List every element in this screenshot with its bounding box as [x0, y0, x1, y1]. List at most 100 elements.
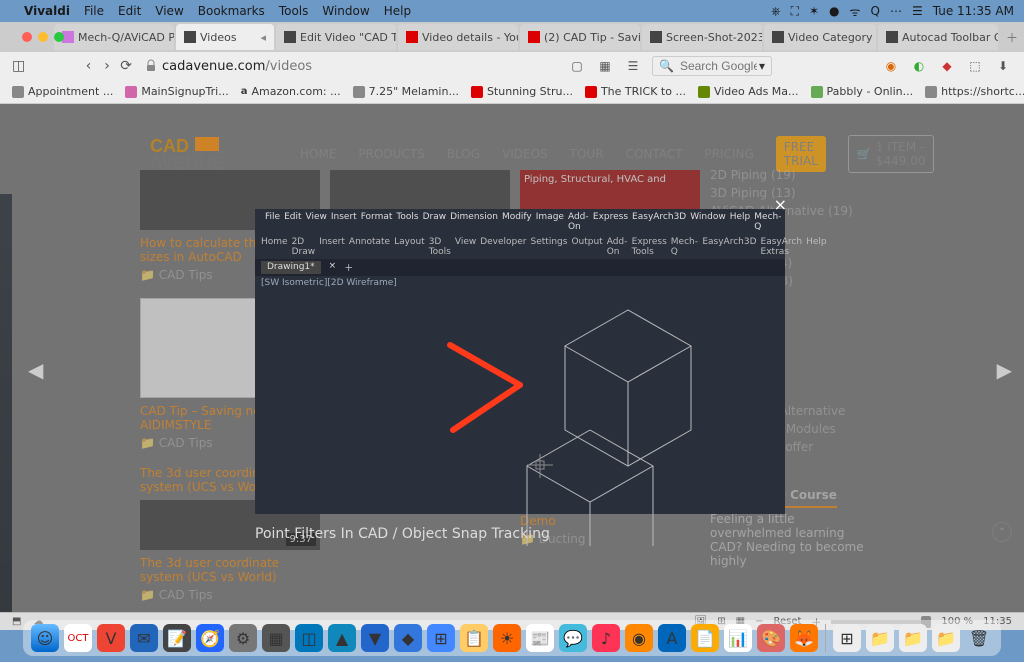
dock-store[interactable]: A	[658, 624, 686, 652]
tab[interactable]: Screen-Shot-2023-10-0	[642, 24, 762, 50]
cad-menu[interactable]: Mech-Q	[754, 212, 782, 232]
dock-app[interactable]: ▦	[262, 624, 290, 652]
chevron-down-icon[interactable]: ▾	[759, 59, 765, 73]
menubar-view[interactable]: View	[155, 4, 183, 18]
dock-safari[interactable]: 🧭	[196, 624, 224, 652]
bookmark[interactable]: Pabbly - Onlin...	[811, 85, 914, 98]
dock-app[interactable]: ◫	[295, 624, 323, 652]
ext-icon[interactable]: ⬚	[966, 57, 984, 75]
bookmark[interactable]: https://shortc...	[925, 85, 1024, 98]
cad-menu[interactable]: Draw	[423, 212, 447, 232]
status-icon[interactable]: ●	[829, 4, 839, 18]
dock-folder[interactable]: ⊞	[833, 624, 861, 652]
ext-icon[interactable]: ◐	[910, 57, 928, 75]
status-icon[interactable]: ✶	[809, 4, 819, 18]
tab[interactable]: (2) CAD Tip - Saving new	[520, 24, 640, 50]
ribbon-tab[interactable]: Help	[806, 237, 827, 257]
status-icon[interactable]: ᯤ	[850, 3, 861, 20]
dock-app[interactable]: ▲	[328, 624, 356, 652]
dock-folder[interactable]: 📁	[899, 624, 927, 652]
bookmark[interactable]: MainSignupTri...	[125, 85, 228, 98]
cad-menu[interactable]: Help	[730, 212, 751, 232]
dock-folder[interactable]: 📁	[932, 624, 960, 652]
ribbon-tab[interactable]: Output	[571, 237, 602, 257]
menubar-edit[interactable]: Edit	[118, 4, 141, 18]
reload-button[interactable]: ⟳	[120, 58, 132, 74]
address-bar[interactable]: cadavenue.com/videos	[140, 55, 560, 77]
ribbon-tab[interactable]: Home	[261, 237, 288, 257]
bookmark[interactable]: Stunning Stru...	[471, 85, 573, 98]
sidebar-cat[interactable]: 2D Piping (19)	[710, 168, 864, 182]
cad-menu[interactable]: Format	[361, 212, 393, 232]
menubar-clock[interactable]: Tue 11:35 AM	[933, 4, 1014, 18]
menubar-app[interactable]: Vivaldi	[24, 4, 70, 18]
video-cat[interactable]: 📁 CAD Tips	[140, 588, 320, 602]
bookmark[interactable]: Video Ads Ma...	[698, 85, 799, 98]
tab[interactable]: Video Category	[764, 24, 876, 50]
dock-app[interactable]: ◆	[394, 624, 422, 652]
ribbon-tab[interactable]: Developer	[480, 237, 526, 257]
ext-icon[interactable]: ◆	[938, 57, 956, 75]
maximize-button[interactable]	[54, 32, 64, 42]
tab[interactable]: Autocad Toolbar Gone?	[878, 24, 998, 50]
cad-menu[interactable]: Dimension	[450, 212, 498, 232]
dock-folder[interactable]: 📁	[866, 624, 894, 652]
qr-icon[interactable]: ▦	[596, 57, 614, 75]
cad-menu[interactable]: Add-On	[568, 212, 589, 232]
status-icon[interactable]: ⛶	[791, 4, 799, 19]
status-icon[interactable]: Q	[871, 4, 880, 18]
dock-app[interactable]: ⊞	[427, 624, 455, 652]
dock-notes[interactable]: 📝	[163, 624, 191, 652]
lightbox-prev[interactable]: ◀	[28, 358, 43, 382]
bookmark-icon[interactable]: ☰	[624, 57, 642, 75]
cad-menu[interactable]: Express	[593, 212, 628, 232]
back-button[interactable]: ‹	[83, 58, 94, 74]
search-field[interactable]: 🔍 ▾	[652, 56, 772, 76]
menubar-bookmarks[interactable]: Bookmarks	[198, 4, 265, 18]
nav-pricing[interactable]: PRICING	[704, 147, 753, 161]
dock-app[interactable]: ▼	[361, 624, 389, 652]
bookmark[interactable]: 7.25" Melamin...	[353, 85, 459, 98]
close-button[interactable]	[22, 32, 32, 42]
ribbon-tab[interactable]: Mech-Q	[671, 237, 699, 257]
ext-icon[interactable]: ◉	[882, 57, 900, 75]
status-icon[interactable]: ⬒	[12, 616, 21, 627]
cad-menu[interactable]: Image	[536, 212, 564, 232]
reader-icon[interactable]: ▢	[568, 57, 586, 75]
menubar-file[interactable]: File	[84, 4, 104, 18]
ribbon-tab[interactable]: Express Tools	[632, 237, 667, 257]
close-icon[interactable]: ×	[774, 195, 787, 214]
ribbon-tab[interactable]: Insert	[319, 237, 345, 257]
cad-menu[interactable]: Tools	[396, 212, 418, 232]
dock-notes[interactable]: 📋	[460, 624, 488, 652]
ribbon-tab[interactable]: EasyArch3D	[702, 237, 756, 257]
cad-menu[interactable]: Modify	[502, 212, 532, 232]
ribbon-tab[interactable]: Add-On	[607, 237, 628, 257]
bookmark[interactable]: Appointment ...	[12, 85, 113, 98]
dock-app[interactable]: 🎨	[757, 624, 785, 652]
nav-blog[interactable]: BLOG	[447, 147, 480, 161]
tab[interactable]: Edit Video "CAD Tip – Sa	[276, 24, 396, 50]
dock-music[interactable]: ♪	[592, 624, 620, 652]
cad-menu[interactable]: File	[265, 212, 280, 232]
menubar-help[interactable]: Help	[384, 4, 411, 18]
tab[interactable]: Video details - YouTube	[398, 24, 518, 50]
search-input[interactable]	[678, 58, 759, 74]
minimize-button[interactable]	[38, 32, 48, 42]
nav-videos[interactable]: VIDEOS	[502, 147, 548, 161]
control-center-icon[interactable]: ☰	[912, 4, 923, 18]
panel-toggle[interactable]: ◫	[12, 58, 25, 74]
dock-trash[interactable]: 🗑	[965, 624, 993, 652]
nav-contact[interactable]: CONTACT	[626, 147, 683, 161]
ribbon-tab[interactable]: Annotate	[349, 237, 390, 257]
cad-tab-close[interactable]: ×	[329, 261, 337, 274]
ribbon-tab[interactable]: EasyArch Extras	[761, 237, 803, 257]
video-title[interactable]: The 3d user coordinate system (UCS vs Wo…	[140, 556, 320, 584]
dock-mail[interactable]: ✉	[130, 624, 158, 652]
nav-tour[interactable]: TOUR	[570, 147, 604, 161]
cad-menu[interactable]: Edit	[284, 212, 301, 232]
tab-active[interactable]: Videos◂	[176, 24, 274, 50]
download-icon[interactable]: ⬇	[994, 57, 1012, 75]
dock-vivaldi[interactable]: V	[97, 624, 125, 652]
tab[interactable]: Mech-Q/AViCAD Prospe	[54, 24, 174, 50]
